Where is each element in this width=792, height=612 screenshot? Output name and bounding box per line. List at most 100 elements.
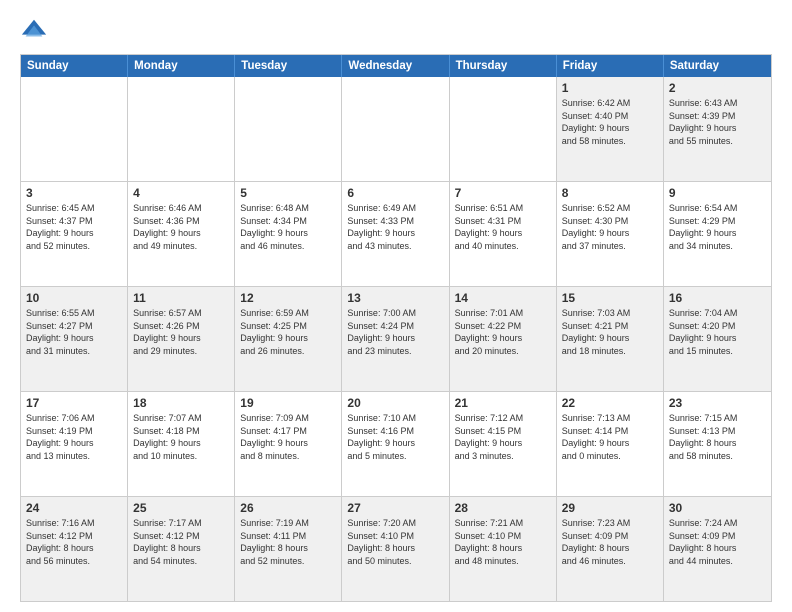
cal-header-cell: Thursday <box>450 55 557 77</box>
logo-icon <box>20 16 48 44</box>
day-number: 9 <box>669 186 766 200</box>
cell-content: Sunrise: 6:55 AM Sunset: 4:27 PM Dayligh… <box>26 307 122 357</box>
cal-cell: 13Sunrise: 7:00 AM Sunset: 4:24 PM Dayli… <box>342 287 449 391</box>
cal-cell <box>342 77 449 181</box>
cal-cell: 20Sunrise: 7:10 AM Sunset: 4:16 PM Dayli… <box>342 392 449 496</box>
day-number: 12 <box>240 291 336 305</box>
cell-content: Sunrise: 6:49 AM Sunset: 4:33 PM Dayligh… <box>347 202 443 252</box>
cal-cell: 19 Sunrise: 7:09 AM Sunset: 4:17 PM Dayli… <box>235 392 342 496</box>
day-number: 23 <box>669 396 766 410</box>
day-number: 25 <box>133 501 229 515</box>
cell-content: Sunrise: 7:03 AM Sunset: 4:21 PM Dayligh… <box>562 307 658 357</box>
cal-cell: 24Sunrise: 7:16 AM Sunset: 4:12 PM Dayli… <box>21 497 128 601</box>
cal-row: 3Sunrise: 6:45 AM Sunset: 4:37 PM Daylig… <box>21 181 771 286</box>
cal-cell: 22 Sunrise: 7:13 AM Sunset: 4:14 PM Dayli… <box>557 392 664 496</box>
cell-content: Sunrise: 7:09 AM Sunset: 4:17 PM Dayligh… <box>240 412 336 462</box>
day-number: 6 <box>347 186 443 200</box>
day-number: 11 <box>133 291 229 305</box>
day-number: 13 <box>347 291 443 305</box>
day-number: 7 <box>455 186 551 200</box>
day-number: 26 <box>240 501 336 515</box>
cal-header-cell: Wednesday <box>342 55 449 77</box>
header <box>20 16 772 44</box>
cal-cell: 14 Sunrise: 7:01 AM Sunset: 4:22 PM Dayli… <box>450 287 557 391</box>
cell-content: Sunrise: 6:48 AM Sunset: 4:34 PM Dayligh… <box>240 202 336 252</box>
day-number: 14 <box>455 291 551 305</box>
cal-cell: 6 Sunrise: 6:49 AM Sunset: 4:33 PM Daylig… <box>342 182 449 286</box>
cal-row: 10 Sunrise: 6:55 AM Sunset: 4:27 PM Dayli… <box>21 286 771 391</box>
cell-content: Sunrise: 7:24 AM Sunset: 4:09 PM Dayligh… <box>669 517 766 567</box>
day-number: 27 <box>347 501 443 515</box>
cell-content: Sunrise: 7:13 AM Sunset: 4:14 PM Dayligh… <box>562 412 658 462</box>
day-number: 28 <box>455 501 551 515</box>
cal-cell: 23 Sunrise: 7:15 AM Sunset: 4:13 PM Dayli… <box>664 392 771 496</box>
cell-content: Sunrise: 6:43 AM Sunset: 4:39 PM Dayligh… <box>669 97 766 147</box>
cal-header-cell: Sunday <box>21 55 128 77</box>
cal-cell: 12 Sunrise: 6:59 AM Sunset: 4:25 PM Dayli… <box>235 287 342 391</box>
day-number: 29 <box>562 501 658 515</box>
page: SundayMondayTuesdayWednesdayThursdayFrid… <box>0 0 792 612</box>
cell-content: Sunrise: 6:52 AM Sunset: 4:30 PM Dayligh… <box>562 202 658 252</box>
day-number: 16 <box>669 291 766 305</box>
day-number: 4 <box>133 186 229 200</box>
cal-header-cell: Monday <box>128 55 235 77</box>
cal-cell: 11 Sunrise: 6:57 AM Sunset: 4:26 PM Dayli… <box>128 287 235 391</box>
cell-content: Sunrise: 6:54 AM Sunset: 4:29 PM Dayligh… <box>669 202 766 252</box>
cal-cell: 8 Sunrise: 6:52 AM Sunset: 4:30 PM Daylig… <box>557 182 664 286</box>
cal-cell: 26Sunrise: 7:19 AM Sunset: 4:11 PM Dayli… <box>235 497 342 601</box>
day-number: 21 <box>455 396 551 410</box>
cal-cell: 15 Sunrise: 7:03 AM Sunset: 4:21 PM Dayli… <box>557 287 664 391</box>
cell-content: Sunrise: 6:57 AM Sunset: 4:26 PM Dayligh… <box>133 307 229 357</box>
cal-row: 17 Sunrise: 7:06 AM Sunset: 4:19 PM Dayli… <box>21 391 771 496</box>
day-number: 8 <box>562 186 658 200</box>
cal-header-cell: Saturday <box>664 55 771 77</box>
cal-cell: 21Sunrise: 7:12 AM Sunset: 4:15 PM Dayli… <box>450 392 557 496</box>
cal-cell: 3Sunrise: 6:45 AM Sunset: 4:37 PM Daylig… <box>21 182 128 286</box>
cal-cell <box>21 77 128 181</box>
calendar-header: SundayMondayTuesdayWednesdayThursdayFrid… <box>21 55 771 77</box>
day-number: 5 <box>240 186 336 200</box>
day-number: 17 <box>26 396 122 410</box>
day-number: 19 <box>240 396 336 410</box>
cell-content: Sunrise: 6:46 AM Sunset: 4:36 PM Dayligh… <box>133 202 229 252</box>
cell-content: Sunrise: 7:15 AM Sunset: 4:13 PM Dayligh… <box>669 412 766 462</box>
cell-content: Sunrise: 7:20 AM Sunset: 4:10 PM Dayligh… <box>347 517 443 567</box>
calendar-body: 1Sunrise: 6:42 AM Sunset: 4:40 PM Daylig… <box>21 77 771 601</box>
cell-content: Sunrise: 7:07 AM Sunset: 4:18 PM Dayligh… <box>133 412 229 462</box>
cal-cell: 9 Sunrise: 6:54 AM Sunset: 4:29 PM Daylig… <box>664 182 771 286</box>
cell-content: Sunrise: 7:04 AM Sunset: 4:20 PM Dayligh… <box>669 307 766 357</box>
day-number: 24 <box>26 501 122 515</box>
day-number: 30 <box>669 501 766 515</box>
cal-row: 24Sunrise: 7:16 AM Sunset: 4:12 PM Dayli… <box>21 496 771 601</box>
cal-cell: 28 Sunrise: 7:21 AM Sunset: 4:10 PM Dayli… <box>450 497 557 601</box>
cal-header-cell: Tuesday <box>235 55 342 77</box>
cal-header-cell: Friday <box>557 55 664 77</box>
day-number: 15 <box>562 291 658 305</box>
logo <box>20 16 52 44</box>
calendar: SundayMondayTuesdayWednesdayThursdayFrid… <box>20 54 772 602</box>
cal-cell: 1Sunrise: 6:42 AM Sunset: 4:40 PM Daylig… <box>557 77 664 181</box>
cell-content: Sunrise: 7:21 AM Sunset: 4:10 PM Dayligh… <box>455 517 551 567</box>
cell-content: Sunrise: 6:51 AM Sunset: 4:31 PM Dayligh… <box>455 202 551 252</box>
cal-cell: 7 Sunrise: 6:51 AM Sunset: 4:31 PM Daylig… <box>450 182 557 286</box>
cal-cell: 2 Sunrise: 6:43 AM Sunset: 4:39 PM Daylig… <box>664 77 771 181</box>
cell-content: Sunrise: 7:06 AM Sunset: 4:19 PM Dayligh… <box>26 412 122 462</box>
cal-cell <box>235 77 342 181</box>
cal-row: 1Sunrise: 6:42 AM Sunset: 4:40 PM Daylig… <box>21 77 771 181</box>
cell-content: Sunrise: 6:45 AM Sunset: 4:37 PM Dayligh… <box>26 202 122 252</box>
day-number: 20 <box>347 396 443 410</box>
day-number: 2 <box>669 81 766 95</box>
day-number: 22 <box>562 396 658 410</box>
cell-content: Sunrise: 7:01 AM Sunset: 4:22 PM Dayligh… <box>455 307 551 357</box>
cal-cell: 5 Sunrise: 6:48 AM Sunset: 4:34 PM Daylig… <box>235 182 342 286</box>
cal-cell: 25Sunrise: 7:17 AM Sunset: 4:12 PM Dayli… <box>128 497 235 601</box>
cell-content: Sunrise: 6:59 AM Sunset: 4:25 PM Dayligh… <box>240 307 336 357</box>
day-number: 10 <box>26 291 122 305</box>
day-number: 18 <box>133 396 229 410</box>
cal-cell: 29 Sunrise: 7:23 AM Sunset: 4:09 PM Dayli… <box>557 497 664 601</box>
cal-cell <box>128 77 235 181</box>
cal-cell: 17 Sunrise: 7:06 AM Sunset: 4:19 PM Dayli… <box>21 392 128 496</box>
day-number: 1 <box>562 81 658 95</box>
cal-cell: 10 Sunrise: 6:55 AM Sunset: 4:27 PM Dayli… <box>21 287 128 391</box>
cell-content: Sunrise: 7:23 AM Sunset: 4:09 PM Dayligh… <box>562 517 658 567</box>
